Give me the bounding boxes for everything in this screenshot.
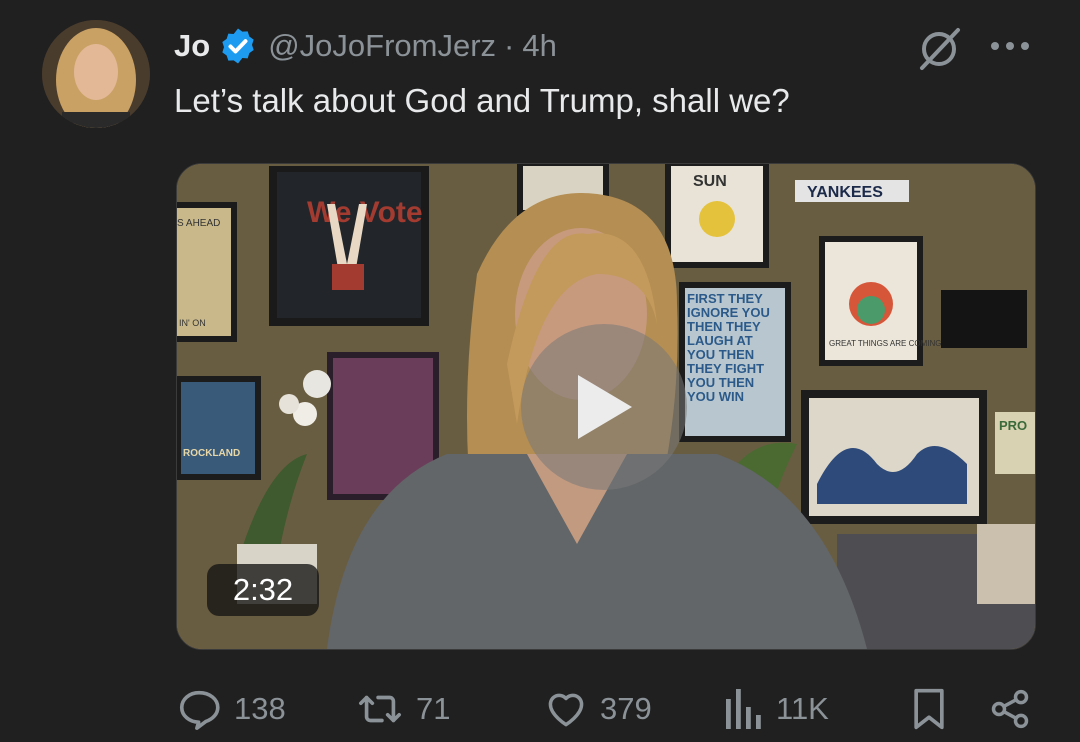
repost-count: 71 xyxy=(416,691,451,726)
author-name[interactable]: Jo xyxy=(174,28,210,64)
views-icon xyxy=(726,689,761,729)
share-button[interactable] xyxy=(988,684,1032,734)
reply-button[interactable]: 138 xyxy=(176,684,286,734)
video-player[interactable]: S AHEAD IN' ON We Vote SUN YANKEES GREAT… xyxy=(176,163,1036,650)
poster-first-they-text: FIRST THEY IGNORE YOU THEN THEY LAUGH AT… xyxy=(687,292,770,404)
action-bar: 138 71 379 11K xyxy=(0,684,1080,734)
reply-icon xyxy=(179,690,220,730)
share-icon xyxy=(991,689,1029,729)
grok-icon[interactable] xyxy=(914,24,964,74)
poster-rockland-text: ROCKLAND xyxy=(183,448,240,459)
avatar[interactable] xyxy=(42,20,150,128)
like-button[interactable]: 379 xyxy=(544,684,652,734)
author-handle[interactable]: @JoJoFromJerz xyxy=(268,28,496,64)
play-button[interactable] xyxy=(521,324,687,490)
video-duration: 2:32 xyxy=(207,564,319,616)
separator-dot: · xyxy=(504,28,515,63)
heart-icon xyxy=(548,693,584,727)
repost-button[interactable]: 71 xyxy=(356,684,450,734)
view-count: 11K xyxy=(776,691,829,726)
play-icon xyxy=(578,375,632,439)
bookmark-button[interactable] xyxy=(910,684,948,734)
tweet-text: Let’s talk about God and Trump, shall we… xyxy=(174,82,790,119)
poster-on-text: IN' ON xyxy=(179,318,206,328)
bookmark-icon xyxy=(914,688,944,730)
repost-icon xyxy=(359,695,401,723)
reply-count: 138 xyxy=(234,691,286,726)
timestamp[interactable]: 4h xyxy=(522,28,556,64)
poster-sun-text: SUN xyxy=(693,173,727,190)
more-options-icon[interactable] xyxy=(988,36,1032,56)
poster-great-things-text: GREAT THINGS ARE COMING xyxy=(829,339,941,348)
poster-ahead-text: S AHEAD xyxy=(177,218,220,229)
poster-pro-text: PRO xyxy=(999,418,1027,433)
views-button[interactable]: 11K xyxy=(724,684,829,734)
verified-badge-icon xyxy=(222,28,254,64)
tweet-header: Jo @JoJoFromJerz · 4h xyxy=(174,24,557,68)
like-count: 379 xyxy=(600,691,652,726)
poster-yankees-text: YANKEES xyxy=(807,184,883,201)
